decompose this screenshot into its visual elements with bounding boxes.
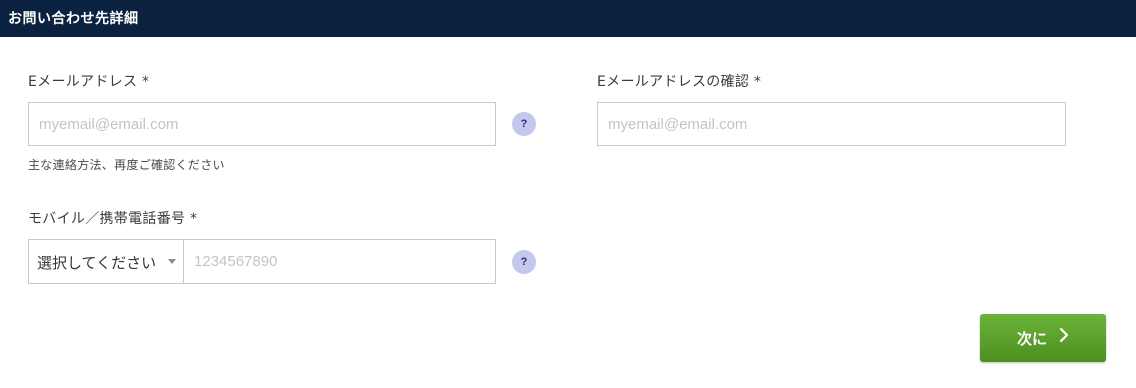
email-help-icon[interactable]: ? — [512, 112, 536, 136]
email-input[interactable] — [28, 102, 496, 146]
next-button-label: 次に — [1017, 330, 1048, 348]
email-hint: 主な連絡方法、再度ご確認ください — [28, 158, 225, 172]
email-confirm-input[interactable] — [597, 102, 1066, 146]
page-title: お問い合わせ先詳細 — [8, 11, 139, 27]
email-label: Eメールアドレス * — [28, 74, 150, 90]
mobile-label: モバイル／携帯電話番号 * — [28, 211, 198, 227]
chevron-right-icon — [1059, 327, 1069, 343]
email-confirm-label: Eメールアドレスの確認 * — [597, 74, 762, 90]
chevron-down-icon — [168, 259, 176, 264]
country-code-select[interactable]: 選択してください — [28, 239, 184, 284]
page-header: お問い合わせ先詳細 — [0, 0, 1136, 37]
country-code-select-value: 選択してください — [37, 254, 157, 272]
next-button[interactable]: 次に — [980, 314, 1106, 362]
mobile-help-icon[interactable]: ? — [512, 250, 536, 274]
mobile-number-input[interactable] — [183, 239, 496, 284]
